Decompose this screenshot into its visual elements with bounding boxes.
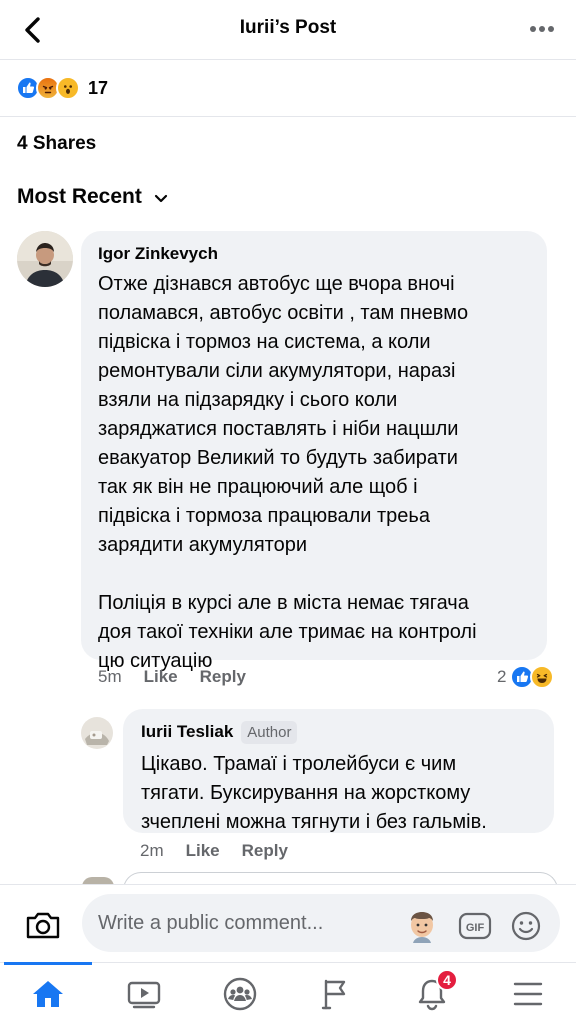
comment-author[interactable]: Iurii Tesliak xyxy=(141,720,233,744)
more-dots-icon xyxy=(530,26,554,32)
home-icon xyxy=(33,981,63,1007)
comment-input[interactable]: Write a public comment... GIF xyxy=(82,894,560,952)
notification-badge: 4 xyxy=(436,969,458,991)
reply-button[interactable]: Reply xyxy=(242,841,288,861)
tab-pages[interactable] xyxy=(288,963,384,1024)
gif-button[interactable]: GIF xyxy=(457,908,493,944)
comment-author-row: Iurii Tesliak Author xyxy=(141,720,538,744)
post-reactions[interactable]: 17 xyxy=(16,74,108,102)
like-button[interactable]: Like xyxy=(186,841,220,861)
avatar[interactable] xyxy=(81,717,113,749)
comment-sort-dropdown[interactable]: Most Recent xyxy=(17,185,168,209)
author-badge: Author xyxy=(241,720,298,744)
chevron-down-icon xyxy=(154,194,167,202)
comment-bubble[interactable]: Igor Zinkevych Отже дізнався автобус ще … xyxy=(81,231,547,672)
flag-icon xyxy=(321,979,346,1010)
sort-label: Most Recent xyxy=(17,185,142,208)
comment-bubble[interactable]: Iurii Tesliak Author Цікаво. Трамаї і тр… xyxy=(123,709,554,833)
avatar-sticker-button[interactable] xyxy=(404,908,440,944)
svg-text:GIF: GIF xyxy=(466,922,485,934)
emoji-button[interactable] xyxy=(508,908,544,944)
groups-icon xyxy=(223,977,257,1011)
smiley-icon xyxy=(511,911,541,941)
comment-text: Цікаво. Трамаї і тролейбуси є чим тягати… xyxy=(141,753,487,833)
page-title: Iurii’s Post xyxy=(239,17,337,38)
bottom-tab-bar: 4 xyxy=(0,962,576,1024)
tab-watch[interactable] xyxy=(96,963,192,1024)
more-options-button[interactable] xyxy=(524,14,560,44)
comment-timestamp: 2m xyxy=(140,841,164,860)
wow-reaction-icon xyxy=(56,76,80,100)
tab-notifications[interactable]: 4 xyxy=(384,963,480,1024)
shares-count[interactable]: 4 Shares xyxy=(17,133,96,155)
comment-input-placeholder: Write a public comment... xyxy=(98,912,324,934)
avatar[interactable] xyxy=(17,231,73,287)
comment-actions: 2m Like Reply xyxy=(140,841,288,861)
comment-text: Отже дізнався автобус ще вчора вночі пол… xyxy=(98,273,477,672)
comment-reactions[interactable]: 2 xyxy=(497,665,555,689)
reply-button[interactable]: Reply xyxy=(200,667,246,687)
camera-button[interactable] xyxy=(22,907,64,943)
avatar-sticker-icon xyxy=(411,912,433,943)
tab-menu[interactable] xyxy=(480,963,576,1024)
gif-icon: GIF xyxy=(458,912,492,940)
comment-reaction-count: 2 xyxy=(497,667,507,686)
video-icon xyxy=(127,981,161,1009)
hamburger-menu-icon xyxy=(513,982,543,1006)
comment-timestamp: 5m xyxy=(98,667,122,686)
comment-actions: 5m Like Reply xyxy=(98,667,246,687)
tab-home[interactable] xyxy=(0,963,96,1024)
like-button[interactable]: Like xyxy=(144,667,178,687)
post-header: Iurii’s Post xyxy=(0,0,576,60)
comment-author[interactable]: Igor Zinkevych xyxy=(98,242,530,266)
reaction-count: 17 xyxy=(88,77,109,98)
divider xyxy=(0,116,576,117)
camera-icon xyxy=(26,912,60,939)
comment-composer: Write a public comment... GIF xyxy=(0,884,576,960)
tab-groups[interactable] xyxy=(192,963,288,1024)
haha-reaction-icon xyxy=(530,665,555,689)
